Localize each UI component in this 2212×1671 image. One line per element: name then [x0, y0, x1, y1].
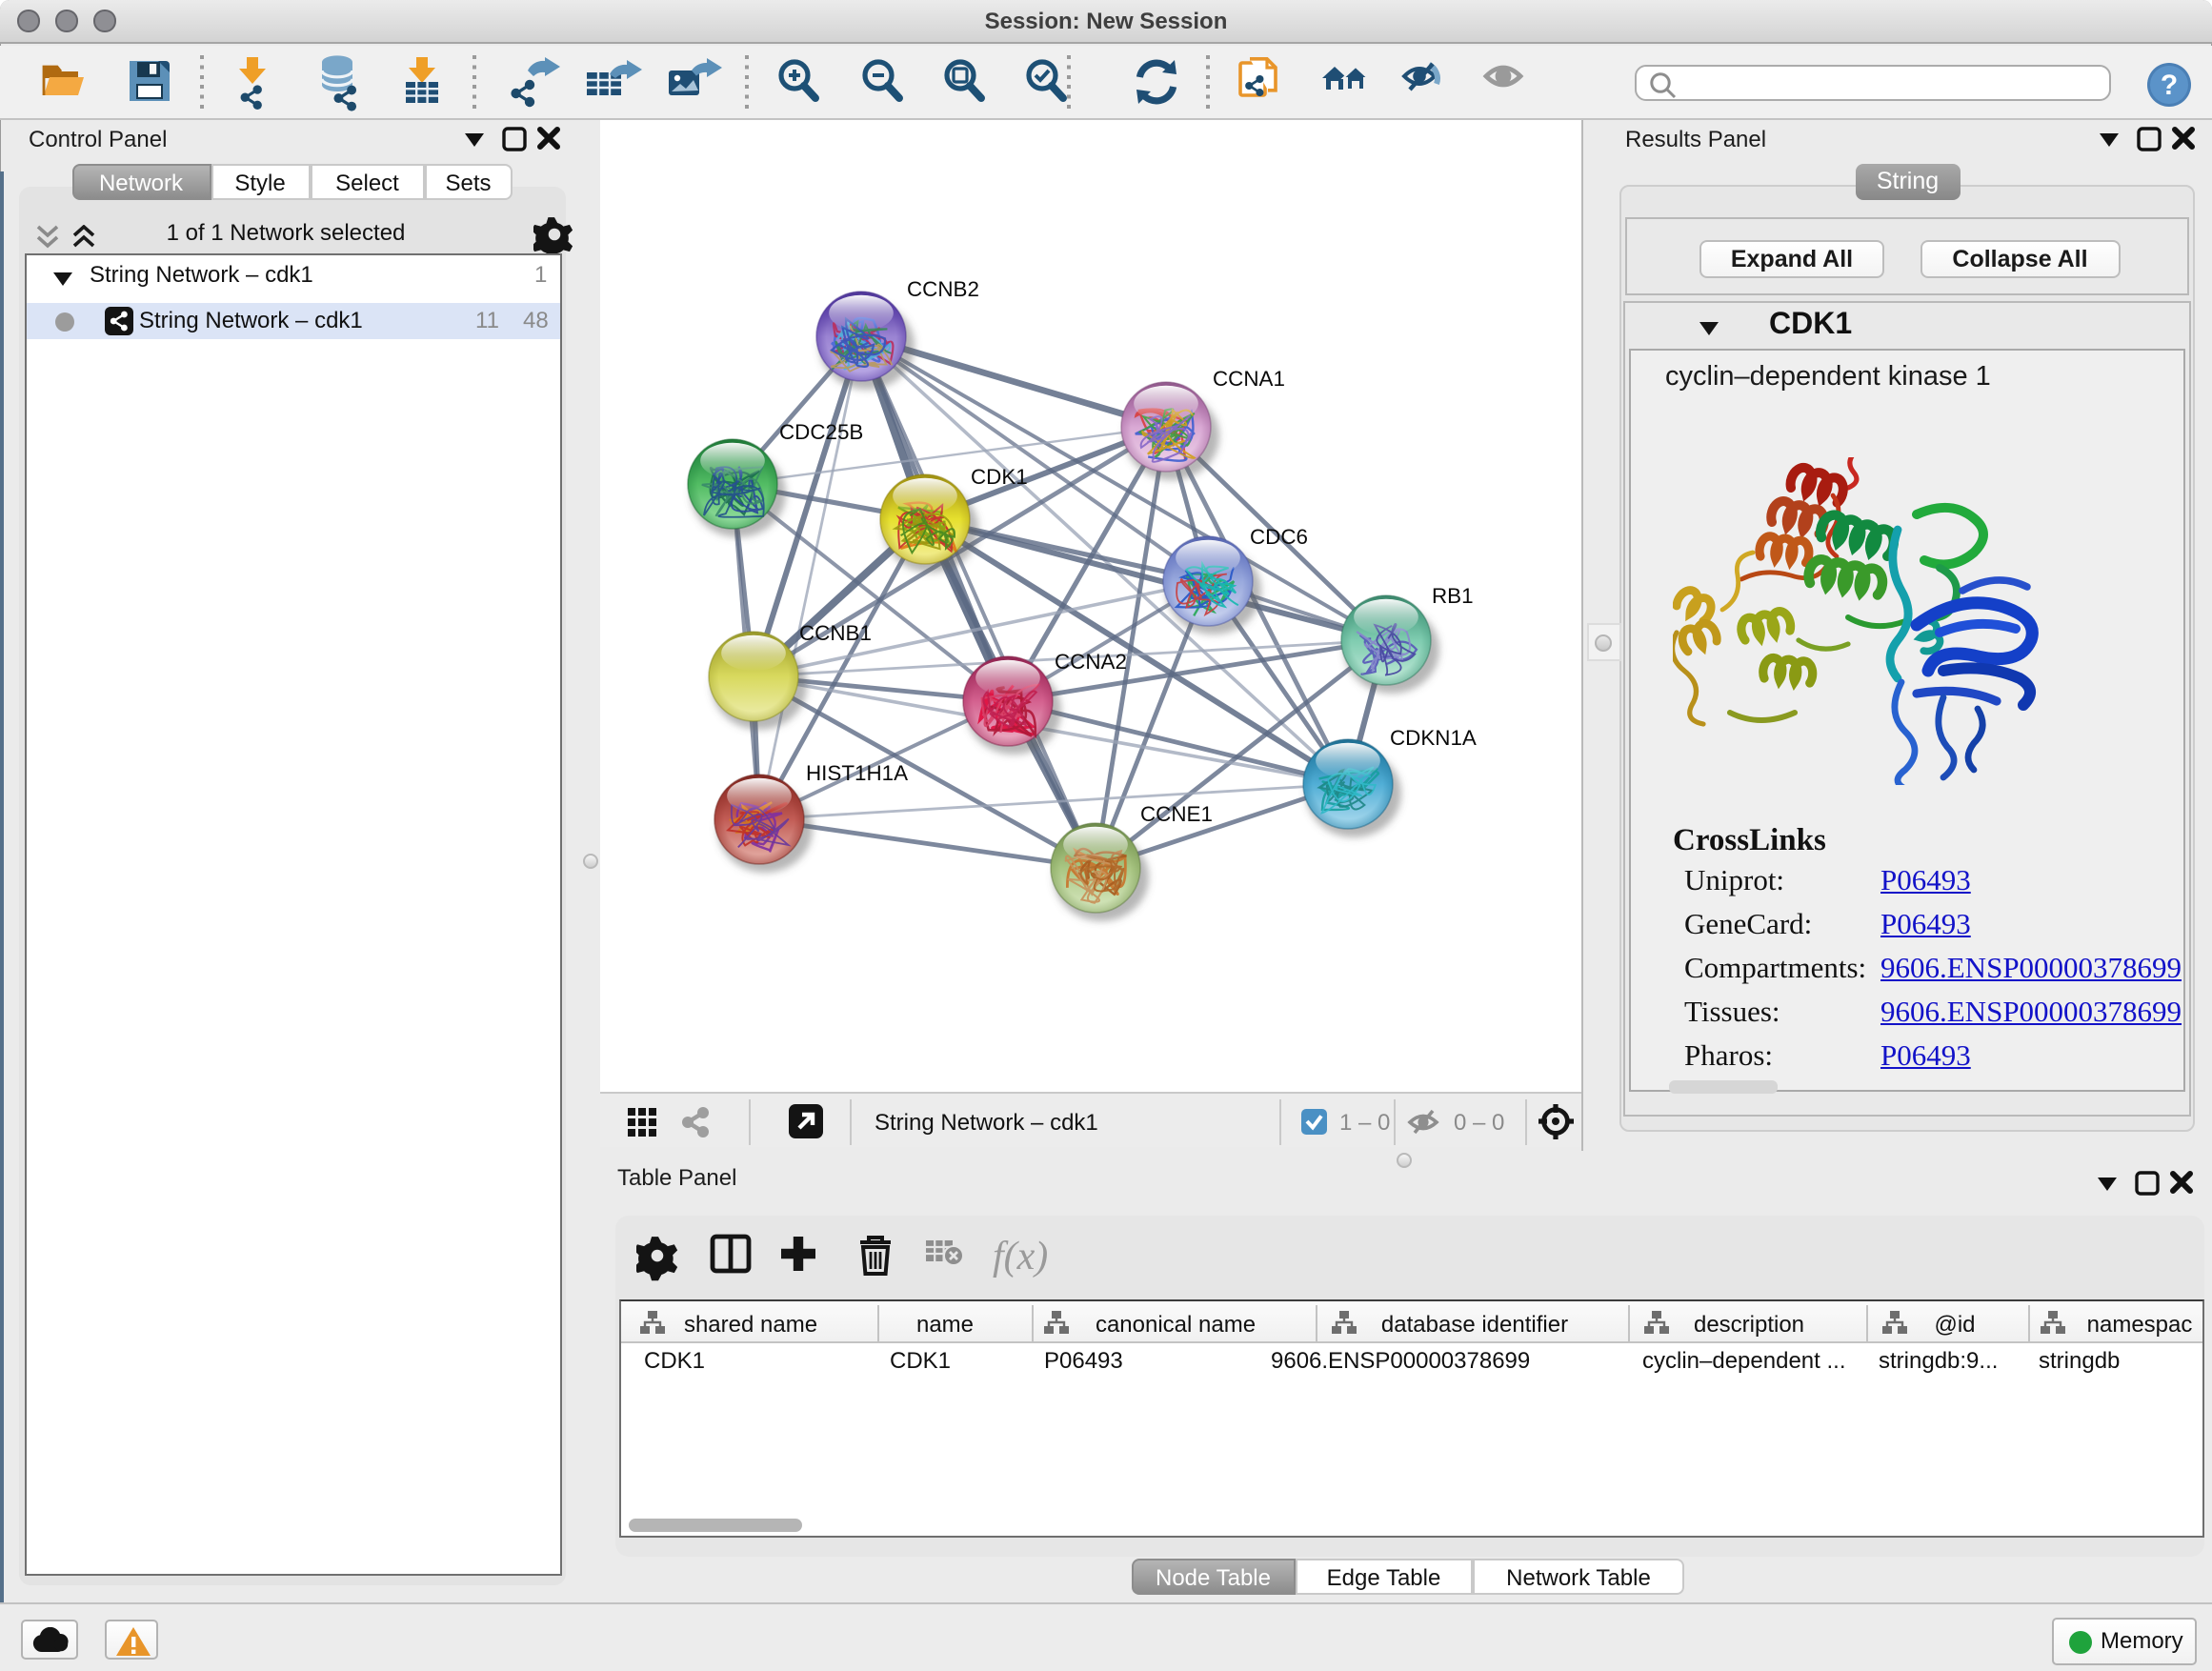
svg-text:CDK1: CDK1 — [970, 465, 1027, 489]
svg-text:@id: @id — [1934, 1311, 1975, 1337]
svg-text:namespac: namespac — [2087, 1311, 2193, 1337]
svg-text:canonical name: canonical name — [1096, 1311, 1256, 1337]
svg-text:description: description — [1694, 1311, 1804, 1337]
svg-text:CDC6: CDC6 — [1249, 525, 1307, 549]
svg-text:CCNB1: CCNB1 — [798, 621, 871, 645]
svg-text:RB1: RB1 — [1431, 584, 1473, 608]
svg-text:1 – 0: 1 – 0 — [1338, 1109, 1389, 1135]
svg-text:CCNA1: CCNA1 — [1212, 367, 1284, 391]
svg-text:database identifier: database identifier — [1381, 1311, 1568, 1337]
svg-text:HIST1H1A: HIST1H1A — [805, 761, 907, 785]
svg-text:CCNA2: CCNA2 — [1054, 650, 1126, 674]
svg-text:CDKN1A: CDKN1A — [1389, 726, 1476, 750]
svg-text:CCNE1: CCNE1 — [1139, 802, 1212, 826]
svg-text:0 – 0: 0 – 0 — [1453, 1109, 1503, 1135]
svg-text:f(x): f(x) — [992, 1234, 1047, 1278]
svg-text:shared name: shared name — [684, 1311, 817, 1337]
svg-text:CCNB2: CCNB2 — [906, 277, 978, 301]
svg-text:String Network – cdk1: String Network – cdk1 — [874, 1109, 1097, 1135]
svg-text:CDC25B: CDC25B — [778, 420, 862, 444]
svg-text:?: ? — [2161, 69, 2178, 100]
svg-text:name: name — [916, 1311, 974, 1337]
